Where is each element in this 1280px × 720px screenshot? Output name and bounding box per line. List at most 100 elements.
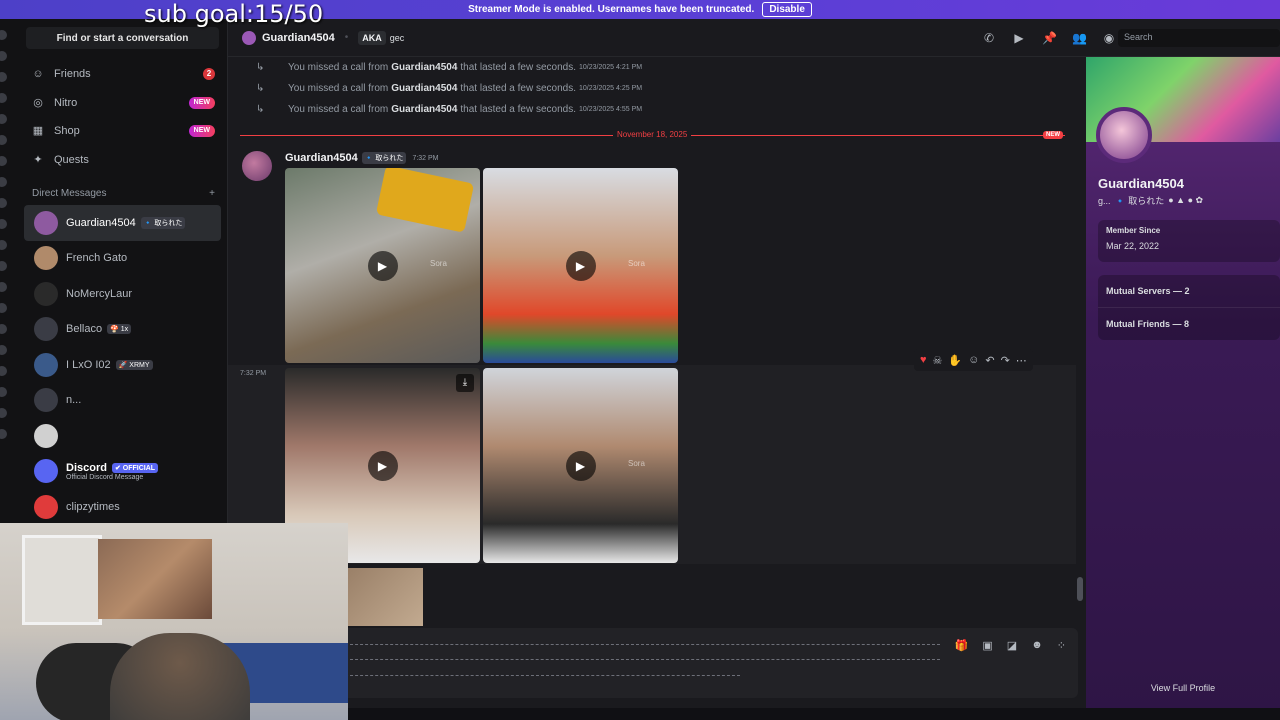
nav-nitro[interactable]: ◎ Nitro NEW bbox=[18, 89, 227, 118]
play-icon[interactable]: ▶ bbox=[367, 250, 398, 281]
nav-quests[interactable]: ✦ Quests bbox=[18, 146, 227, 175]
member-since-box: Member Since Mar 22, 2022 bbox=[1098, 220, 1280, 262]
find-conversation-button[interactable]: Find or start a conversation bbox=[26, 27, 219, 49]
profile-tag: 🔹 取られた bbox=[1114, 196, 1165, 206]
dm-list: Guardian4504 🔹 取られた French Gato NoMercyL… bbox=[18, 205, 227, 525]
dm-tag: 🔹 取られた bbox=[140, 216, 186, 229]
reply-icon[interactable]: ↶ bbox=[985, 354, 994, 367]
sidebar-nav: ☺ Friends 2 ◎ Nitro NEW ▦ Shop NEW ✦ Que… bbox=[18, 60, 227, 174]
nav-friends[interactable]: ☺ Friends 2 bbox=[18, 60, 227, 89]
profile-panel: Guardian4504 g... 🔹 取られた ● ▲ ● ✿ Member … bbox=[1086, 57, 1280, 720]
server-icon[interactable] bbox=[0, 114, 7, 124]
server-icon[interactable] bbox=[0, 303, 7, 313]
gift-icon[interactable]: 🎁 bbox=[955, 639, 969, 652]
partial-image-attachment[interactable] bbox=[348, 568, 423, 626]
dm-name: Guardian4504 bbox=[66, 216, 136, 229]
message-actions-bar: ♥ ☠ ✋ ☺ ↶ ↷ ⋯ bbox=[914, 349, 1033, 371]
server-icon[interactable] bbox=[0, 30, 7, 40]
skull-reaction-icon[interactable]: ☠ bbox=[933, 354, 943, 367]
nav-shop[interactable]: ▦ Shop NEW bbox=[18, 117, 227, 146]
member-since-value: Mar 22, 2022 bbox=[1106, 241, 1160, 251]
quests-icon: ✦ bbox=[33, 153, 43, 166]
server-icon[interactable] bbox=[0, 429, 7, 439]
webcam-poster bbox=[98, 539, 212, 619]
badge-icons: ● ▲ ● ✿ bbox=[1168, 195, 1204, 205]
dm-item[interactable]: Discord ✔ OFFICIAL Official Discord Mess… bbox=[24, 454, 221, 490]
member-since-label: Member Since bbox=[1106, 226, 1161, 235]
dm-tag: 🍄 1x bbox=[107, 324, 132, 335]
call-user[interactable]: Guardian4504 bbox=[391, 62, 457, 73]
voice-call-icon[interactable]: ✆ bbox=[982, 31, 996, 45]
server-icon[interactable] bbox=[0, 387, 7, 397]
server-icon[interactable] bbox=[0, 93, 7, 103]
server-icon[interactable] bbox=[0, 51, 7, 61]
server-icon[interactable] bbox=[0, 345, 7, 355]
call-user[interactable]: Guardian4504 bbox=[391, 104, 457, 115]
server-icon[interactable] bbox=[0, 324, 7, 334]
dm-item[interactable]: Guardian4504 🔹 取られた bbox=[24, 205, 221, 241]
phone-icon: ↳ bbox=[256, 103, 265, 115]
mutual-servers[interactable]: Mutual Servers — 2 bbox=[1098, 275, 1280, 308]
emoji-icon[interactable]: ☻ bbox=[1031, 639, 1043, 652]
school-bus-shape bbox=[375, 168, 475, 233]
call-user[interactable]: Guardian4504 bbox=[391, 83, 457, 94]
avatar[interactable] bbox=[242, 151, 272, 181]
dm-item[interactable]: I LxO I02 🚀 XRMY bbox=[24, 347, 221, 383]
server-icon[interactable] bbox=[0, 156, 7, 166]
search-input[interactable]: Search bbox=[1118, 29, 1280, 47]
forward-icon[interactable]: ↷ bbox=[1001, 354, 1010, 367]
gif-icon[interactable]: ▣ bbox=[982, 639, 992, 652]
server-icon[interactable] bbox=[0, 135, 7, 145]
profile-avatar[interactable] bbox=[1096, 107, 1152, 163]
header-username[interactable]: Guardian4504 bbox=[262, 32, 335, 44]
scrollbar[interactable] bbox=[1077, 577, 1083, 601]
heart-reaction-icon[interactable]: ♥ bbox=[920, 354, 927, 366]
video-attachment[interactable]: ▶ Sora bbox=[483, 368, 678, 563]
dm-item[interactable]: n... bbox=[24, 383, 221, 419]
video-attachment[interactable]: ▶ Sora bbox=[483, 168, 678, 363]
nav-label: Friends bbox=[54, 68, 91, 81]
message-composer[interactable]: 🎁 ▣ ◪ ☻ ⁘ bbox=[236, 628, 1078, 698]
profile-username-row: g... 🔹 取られた ● ▲ ● ✿ bbox=[1098, 194, 1203, 207]
composer-divider bbox=[340, 675, 740, 676]
play-icon[interactable]: ▶ bbox=[565, 250, 596, 281]
server-icon[interactable] bbox=[0, 219, 7, 229]
mutual-friends[interactable]: Mutual Friends — 8 bbox=[1098, 308, 1280, 340]
webcam-door bbox=[22, 535, 102, 625]
dm-header-label: Direct Messages bbox=[32, 187, 107, 199]
nickname: gec bbox=[389, 32, 405, 43]
server-icon[interactable] bbox=[0, 366, 7, 376]
view-full-profile-link[interactable]: View Full Profile bbox=[1086, 683, 1280, 693]
video-call-icon[interactable]: ▶ bbox=[1012, 31, 1026, 45]
video-attachment[interactable]: ▶ Sora bbox=[285, 168, 480, 363]
pin-icon[interactable]: 📌 bbox=[1042, 31, 1057, 45]
server-icon[interactable] bbox=[0, 261, 7, 271]
add-reaction-icon[interactable]: ☺ bbox=[968, 354, 979, 366]
nav-label: Quests bbox=[54, 153, 89, 166]
server-icon[interactable] bbox=[0, 72, 7, 82]
apps-icon[interactable]: ⁘ bbox=[1057, 639, 1066, 652]
dm-item[interactable]: clipzytimes bbox=[24, 489, 221, 525]
sticker-icon[interactable]: ◪ bbox=[1007, 639, 1017, 652]
server-icon[interactable] bbox=[0, 282, 7, 292]
server-icon[interactable] bbox=[0, 408, 7, 418]
dm-item[interactable]: French Gato bbox=[24, 241, 221, 277]
play-icon[interactable]: ▶ bbox=[367, 450, 398, 481]
call-text: You missed a call from bbox=[288, 103, 389, 115]
profile-toggle-icon[interactable]: ◉ bbox=[1102, 31, 1116, 45]
download-icon[interactable]: ⤓ bbox=[456, 374, 474, 392]
message-author[interactable]: Guardian4504 bbox=[285, 152, 358, 164]
disable-button[interactable]: Disable bbox=[762, 2, 812, 17]
server-icon[interactable] bbox=[0, 240, 7, 250]
finger-reaction-icon[interactable]: ✋ bbox=[948, 354, 962, 367]
server-icon[interactable] bbox=[0, 177, 7, 187]
server-icon[interactable] bbox=[0, 198, 7, 208]
add-dm-button[interactable]: + bbox=[209, 188, 215, 199]
dm-item[interactable] bbox=[24, 418, 221, 454]
add-friends-icon[interactable]: 👥 bbox=[1072, 31, 1087, 45]
play-icon[interactable]: ▶ bbox=[565, 450, 596, 481]
dm-item[interactable]: NoMercyLaur bbox=[24, 276, 221, 312]
avatar bbox=[34, 317, 58, 342]
dm-item[interactable]: Bellaco 🍄 1x bbox=[24, 312, 221, 348]
more-icon[interactable]: ⋯ bbox=[1016, 354, 1027, 367]
